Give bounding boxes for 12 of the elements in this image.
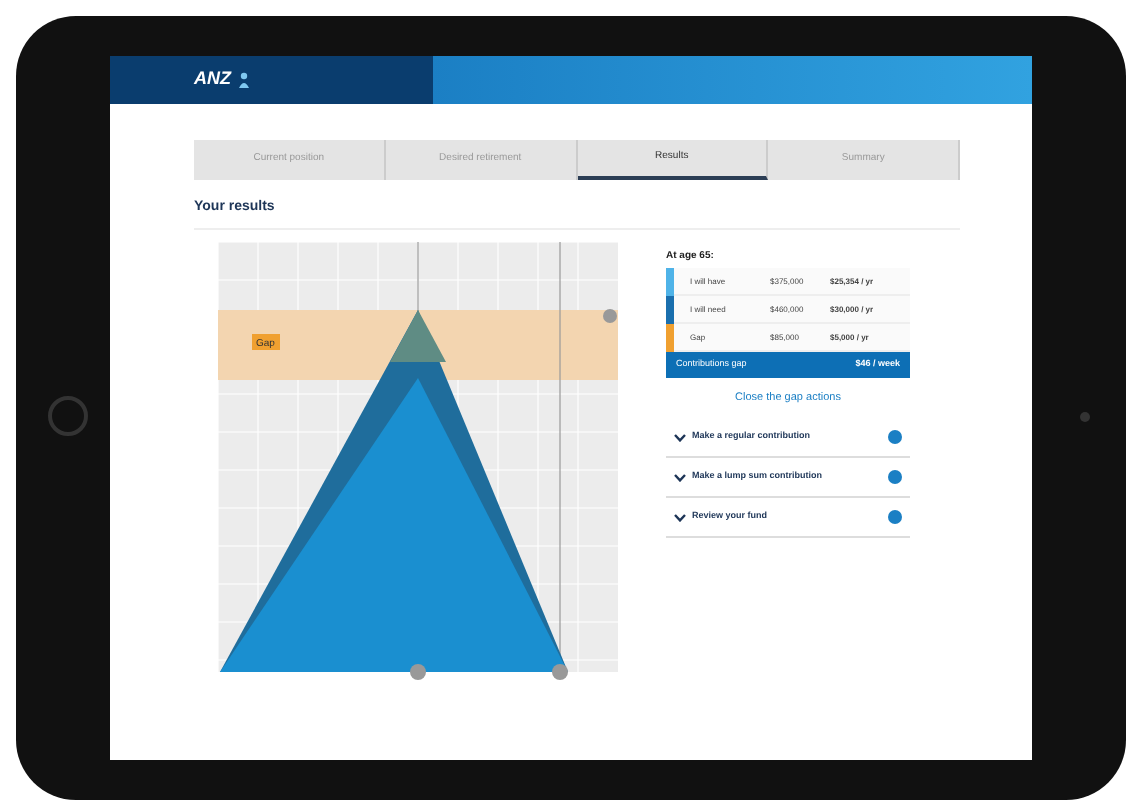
help-icon (888, 430, 902, 444)
logo: ANZ (194, 66, 231, 93)
chevron-icon (674, 473, 686, 481)
marker-handle[interactable] (410, 663, 426, 679)
help-icon (888, 510, 902, 524)
chevron-icon (674, 433, 686, 441)
person-icon (237, 72, 249, 88)
help-icon (888, 470, 902, 484)
marker-handle[interactable] (552, 663, 568, 679)
chevron-icon (674, 513, 686, 521)
marker-handle[interactable] (603, 308, 617, 322)
camera-icon (1080, 412, 1090, 422)
